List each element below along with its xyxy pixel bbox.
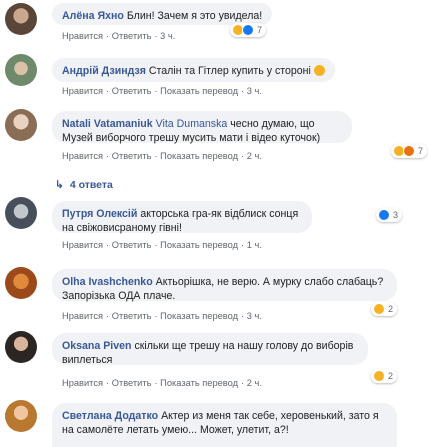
comment-author[interactable]: Natali Vatamaniuk: [62, 118, 153, 130]
translate-link[interactable]: Показать перевод: [160, 151, 238, 161]
reaction-count: 2: [388, 304, 394, 314]
comment-author[interactable]: Алёна Яхно: [62, 10, 124, 22]
haha-reaction-icon: [373, 303, 385, 315]
timestamp[interactable]: 3 ч.: [160, 31, 175, 41]
view-replies-link[interactable]: ↳ 4 ответа: [55, 179, 113, 191]
comment-actions: Нравится · Ответить · Показать перевод · 3 …: [62, 311, 262, 321]
like-link[interactable]: Нравится: [62, 86, 103, 96]
comment-author[interactable]: Светлана Додатко: [62, 410, 158, 422]
avatar[interactable]: [5, 331, 37, 363]
reply-link[interactable]: Ответить: [112, 31, 152, 41]
reply-arrow-icon: ↳: [55, 179, 64, 191]
comment-author[interactable]: Olha Ivashchenko: [62, 276, 153, 288]
like-reaction-icon: [242, 24, 254, 36]
reaction-count: 3: [393, 210, 399, 220]
replies-count: 4 ответа: [69, 179, 113, 191]
comment-actions: Нравится · Ответить · Показать перевод · 1 …: [62, 240, 262, 250]
reaction-count: 2: [388, 371, 394, 381]
comment-author[interactable]: Oksana Piven: [62, 340, 132, 352]
reaction-count: 7: [257, 25, 263, 35]
reactions-summary[interactable]: 7: [230, 23, 267, 37]
like-link[interactable]: Нравится: [62, 311, 103, 321]
comment-author[interactable]: Андрій Дзиндзя: [62, 65, 146, 77]
comment-actions: Нравится · Ответить · Показать перевод · 2 …: [62, 378, 262, 388]
like-reaction-icon: [378, 209, 390, 221]
smile-emoji-icon: [313, 65, 325, 76]
avatar[interactable]: [5, 54, 37, 86]
comment-bubble: Oksana Piven скільки ще трешу на нашу го…: [52, 333, 368, 366]
avatar[interactable]: [5, 400, 37, 432]
comment-bubble: Natali Vatamaniuk Vita Dumanska чесно ду…: [52, 111, 352, 144]
reactions-summary[interactable]: 2: [371, 302, 398, 316]
reply-link[interactable]: Ответить: [112, 240, 152, 250]
comment-text: Блин! Зачем я это увидела!: [126, 10, 263, 22]
timestamp[interactable]: 3 ч.: [247, 311, 262, 321]
comment-bubble: Андрій Дзиндзя Сталін та Гітлер купить у…: [52, 58, 335, 82]
mention-link[interactable]: Vita Dumanska: [156, 118, 228, 130]
comment-bubble: Светлана Додатко Актер из меня так себе,…: [52, 403, 397, 447]
timestamp[interactable]: 3 ч.: [247, 86, 262, 96]
reactions-summary[interactable]: 3: [376, 208, 403, 222]
reply-link[interactable]: Ответить: [112, 378, 152, 388]
reply-link[interactable]: Ответить: [112, 311, 152, 321]
like-link[interactable]: Нравится: [62, 378, 103, 388]
comment-actions: Нравится · Ответить · Показать перевод · 3 …: [62, 86, 262, 96]
avatar[interactable]: [5, 267, 37, 299]
avatar[interactable]: [5, 3, 37, 35]
translate-link[interactable]: Показать перевод: [160, 311, 238, 321]
reply-link[interactable]: Ответить: [112, 86, 152, 96]
reactions-summary[interactable]: 7: [391, 144, 428, 158]
reaction-count: 7: [418, 146, 424, 156]
comment-bubble: Алёна Яхно Блин! Зачем я это увидела!: [52, 3, 273, 25]
avatar[interactable]: [5, 197, 37, 229]
comment-actions: Нравится · Ответить · 3 ч.: [62, 31, 176, 41]
like-link[interactable]: Нравится: [62, 240, 103, 250]
translate-link[interactable]: Показать перевод: [160, 240, 238, 250]
haha-reaction-icon: [373, 370, 385, 382]
translate-link[interactable]: Показать перевод: [160, 86, 238, 96]
comment-actions: Нравится · Ответить · Показать перевод · 2 …: [62, 151, 262, 161]
comment-text: Сталін та Гітлер купить у сторонi: [148, 65, 311, 77]
reply-link[interactable]: Ответить: [112, 151, 152, 161]
like-link[interactable]: Нравится: [62, 31, 103, 41]
comment-author[interactable]: Путря Олексій: [62, 208, 137, 220]
avatar[interactable]: [5, 109, 37, 141]
timestamp[interactable]: 2 ч.: [247, 378, 262, 388]
translate-link[interactable]: Показать перевод: [160, 378, 238, 388]
comment-bubble: Путря Олексій акторська гра-як відблиск …: [52, 201, 312, 234]
comment-bubble: Olha Ivashchenko Актьорішка, не верю. А …: [52, 269, 397, 302]
reactions-summary[interactable]: 2: [371, 369, 398, 383]
timestamp[interactable]: 2 ч.: [247, 151, 262, 161]
like-link[interactable]: Нравится: [62, 151, 103, 161]
angry-reaction-icon: [403, 145, 415, 157]
timestamp[interactable]: 1 ч.: [247, 240, 262, 250]
